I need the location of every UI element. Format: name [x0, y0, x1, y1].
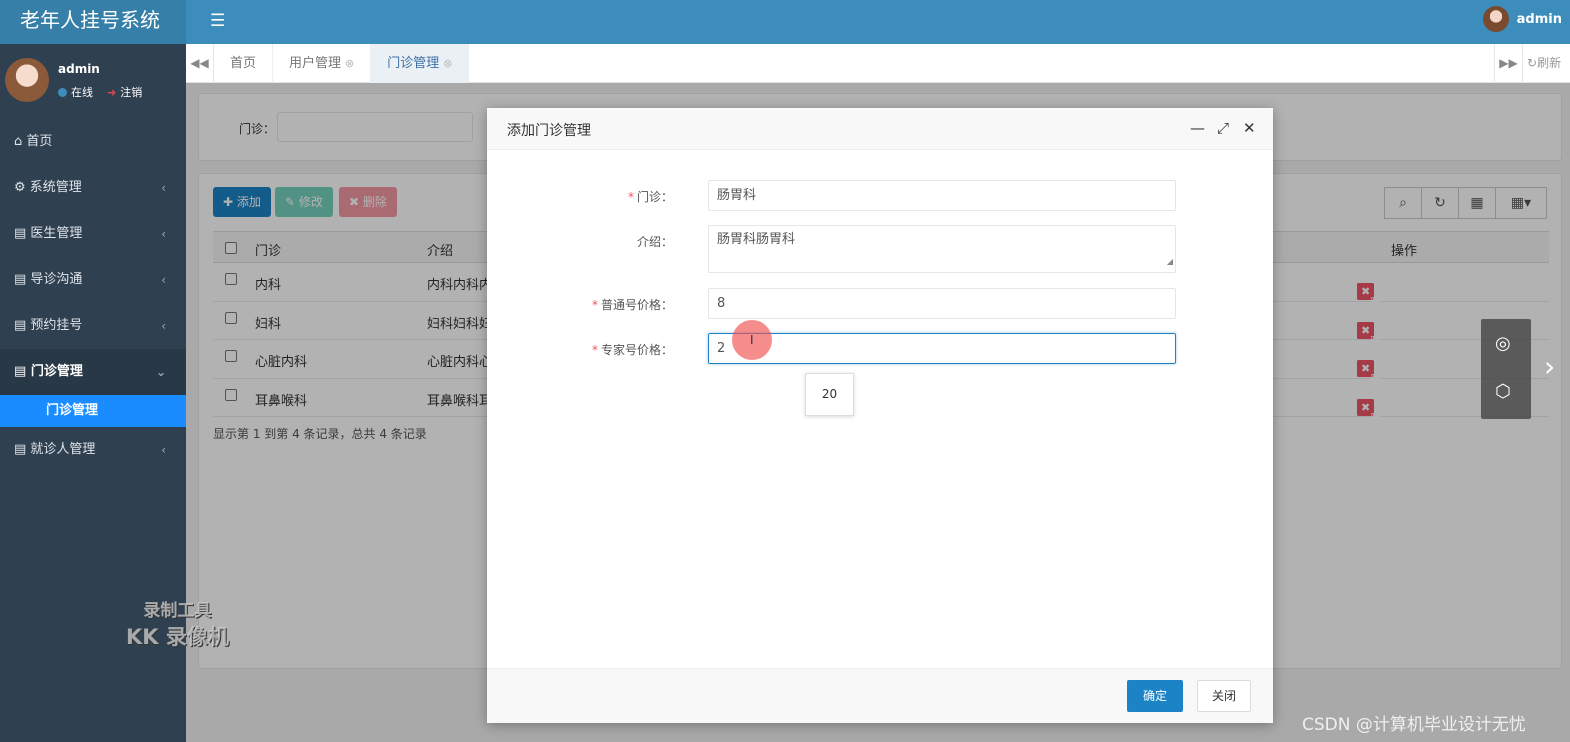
expert-price-field[interactable]: 2: [708, 333, 1176, 364]
sidebar-item-patients[interactable]: ▤ 就诊人管理 ‹: [0, 427, 186, 473]
resize-handle-icon[interactable]: ◢: [1167, 253, 1173, 271]
gear-icon: ⚙: [14, 180, 30, 195]
text-cursor-icon: I: [750, 333, 754, 347]
chevron-left-icon: ‹: [161, 443, 166, 457]
book-icon: ▤: [14, 272, 31, 287]
intro-label: 介绍：: [636, 235, 673, 249]
book-icon: ▤: [14, 226, 31, 241]
csdn-watermark: CSDN @计算机毕业设计无忧: [1302, 715, 1526, 735]
top-navbar: ☰ admin: [186, 0, 1570, 44]
refresh-button[interactable]: ↻刷新: [1522, 44, 1570, 83]
sidebar-item-guide[interactable]: ▤ 导诊沟通 ‹: [0, 257, 186, 303]
close-tab-icon[interactable]: ⊗: [443, 57, 452, 70]
recorder-watermark: 录制工具 KK 录像机: [126, 601, 229, 649]
sidebar-item-clinic[interactable]: ▤ 门诊管理 ⌄: [0, 349, 186, 395]
normal-price-field[interactable]: 8: [708, 288, 1176, 319]
sidebar-item-doctors[interactable]: ▤ 医生管理 ‹: [0, 211, 186, 257]
profile-name: admin: [58, 62, 100, 76]
tab-scroll-left-icon[interactable]: ◀◀: [186, 44, 214, 83]
chevron-left-icon: ‹: [161, 273, 166, 287]
refresh-icon: ↻: [1527, 56, 1538, 70]
tab-scroll-right-icon[interactable]: ▶▶: [1494, 44, 1522, 83]
user-profile: admin 在线 ➜ 注销: [0, 44, 186, 119]
expert-price-label: 专家号价格：: [600, 343, 673, 357]
book-icon: ▤: [14, 318, 31, 333]
dialog-footer: 确定 关闭: [487, 668, 1273, 723]
close-tab-icon[interactable]: ⊗: [345, 57, 354, 70]
tab-home[interactable]: 首页: [214, 44, 274, 83]
chevron-right-icon[interactable]: ›: [1544, 350, 1555, 383]
chevron-left-icon: ‹: [161, 181, 166, 195]
autocomplete-suggestion[interactable]: 20: [805, 373, 854, 416]
chevron-left-icon: ‹: [161, 227, 166, 241]
close-button[interactable]: 关闭: [1197, 680, 1251, 712]
sidebar-item-booking[interactable]: ▤ 预约挂号 ‹: [0, 303, 186, 349]
book-icon: ▤: [14, 364, 31, 379]
tab-clinic[interactable]: 门诊管理 ⊗: [371, 44, 470, 83]
camera-icon[interactable]: ◎: [1495, 333, 1511, 354]
sidebar-item-system[interactable]: ⚙ 系统管理 ‹: [0, 165, 186, 211]
logout-link[interactable]: 注销: [120, 84, 142, 100]
sidebar-item-home[interactable]: ⌂ 首页: [0, 119, 186, 165]
clinic-field[interactable]: 肠胃科: [708, 180, 1176, 211]
home-icon: ⌂: [14, 134, 27, 149]
tab-bar: ◀◀ 首页 用户管理 ⊗ 门诊管理 ⊗ ▶▶ ↻刷新: [186, 44, 1570, 83]
minimize-icon[interactable]: —: [1190, 119, 1205, 137]
app-title: 老年人挂号系统: [0, 0, 186, 44]
online-dot-icon: [58, 87, 67, 97]
clinic-label: 门诊：: [636, 190, 673, 204]
close-icon[interactable]: ✕: [1243, 119, 1256, 137]
normal-price-label: 普通号价格：: [600, 298, 673, 312]
avatar: [5, 58, 49, 102]
sidebar-subitem-clinic[interactable]: 门诊管理: [0, 395, 186, 427]
user-menu[interactable]: admin: [1482, 6, 1562, 32]
chevron-down-icon: ⌄: [155, 365, 166, 379]
hexagon-icon[interactable]: ⬡: [1495, 381, 1511, 402]
chevron-left-icon: ‹: [161, 319, 166, 333]
username: admin: [1516, 11, 1562, 27]
add-clinic-dialog: 添加门诊管理 — ⤢ ✕ * 门诊： 肠胃科 介绍： 肠胃科肠胃科 ◢ * 普通号价格…: [487, 108, 1273, 723]
maximize-icon[interactable]: ⤢: [1217, 119, 1229, 137]
tab-users[interactable]: 用户管理 ⊗: [273, 44, 372, 83]
intro-field[interactable]: 肠胃科肠胃科 ◢: [708, 225, 1176, 273]
floating-toolbar: ◎ ⬡: [1481, 319, 1531, 419]
confirm-button[interactable]: 确定: [1127, 680, 1183, 712]
book-icon: ▤: [14, 442, 31, 457]
bars-icon[interactable]: ☰: [210, 11, 225, 31]
logout-icon[interactable]: ➜: [107, 86, 116, 99]
dialog-header: 添加门诊管理 — ⤢ ✕: [487, 108, 1273, 150]
online-status: 在线: [71, 86, 93, 99]
avatar: [1482, 6, 1509, 32]
dialog-title: 添加门诊管理: [507, 123, 591, 139]
